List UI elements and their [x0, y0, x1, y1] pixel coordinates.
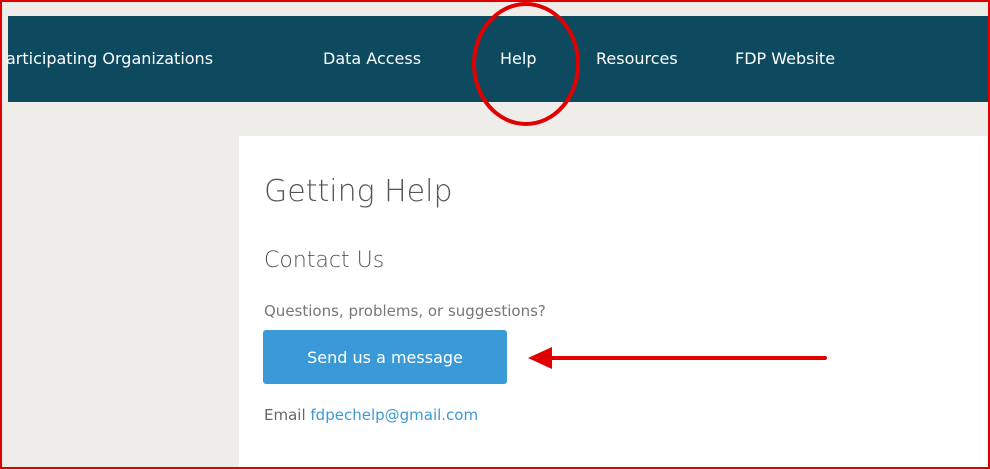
page-frame: articipating Organizations Data Access H… — [0, 0, 990, 469]
nav-item-resources[interactable]: Resources — [596, 16, 678, 102]
top-navbar: articipating Organizations Data Access H… — [6, 16, 990, 102]
nav-item-help[interactable]: Help — [500, 16, 536, 102]
page-title: Getting Help — [264, 174, 453, 209]
email-label: Email — [264, 406, 306, 424]
contact-prompt-text: Questions, problems, or suggestions? — [264, 302, 546, 320]
send-message-button[interactable]: Send us a message — [263, 330, 507, 384]
section-heading-contact-us: Contact Us — [264, 248, 385, 273]
content-card: Getting Help Contact Us Questions, probl… — [239, 136, 990, 469]
email-link[interactable]: fdpechelp@gmail.com — [310, 406, 478, 424]
nav-item-participating-organizations[interactable]: articipating Organizations — [6, 16, 213, 102]
nav-item-fdp-website[interactable]: FDP Website — [735, 16, 835, 102]
email-line: Email fdpechelp@gmail.com — [264, 406, 478, 424]
nav-item-data-access[interactable]: Data Access — [323, 16, 421, 102]
